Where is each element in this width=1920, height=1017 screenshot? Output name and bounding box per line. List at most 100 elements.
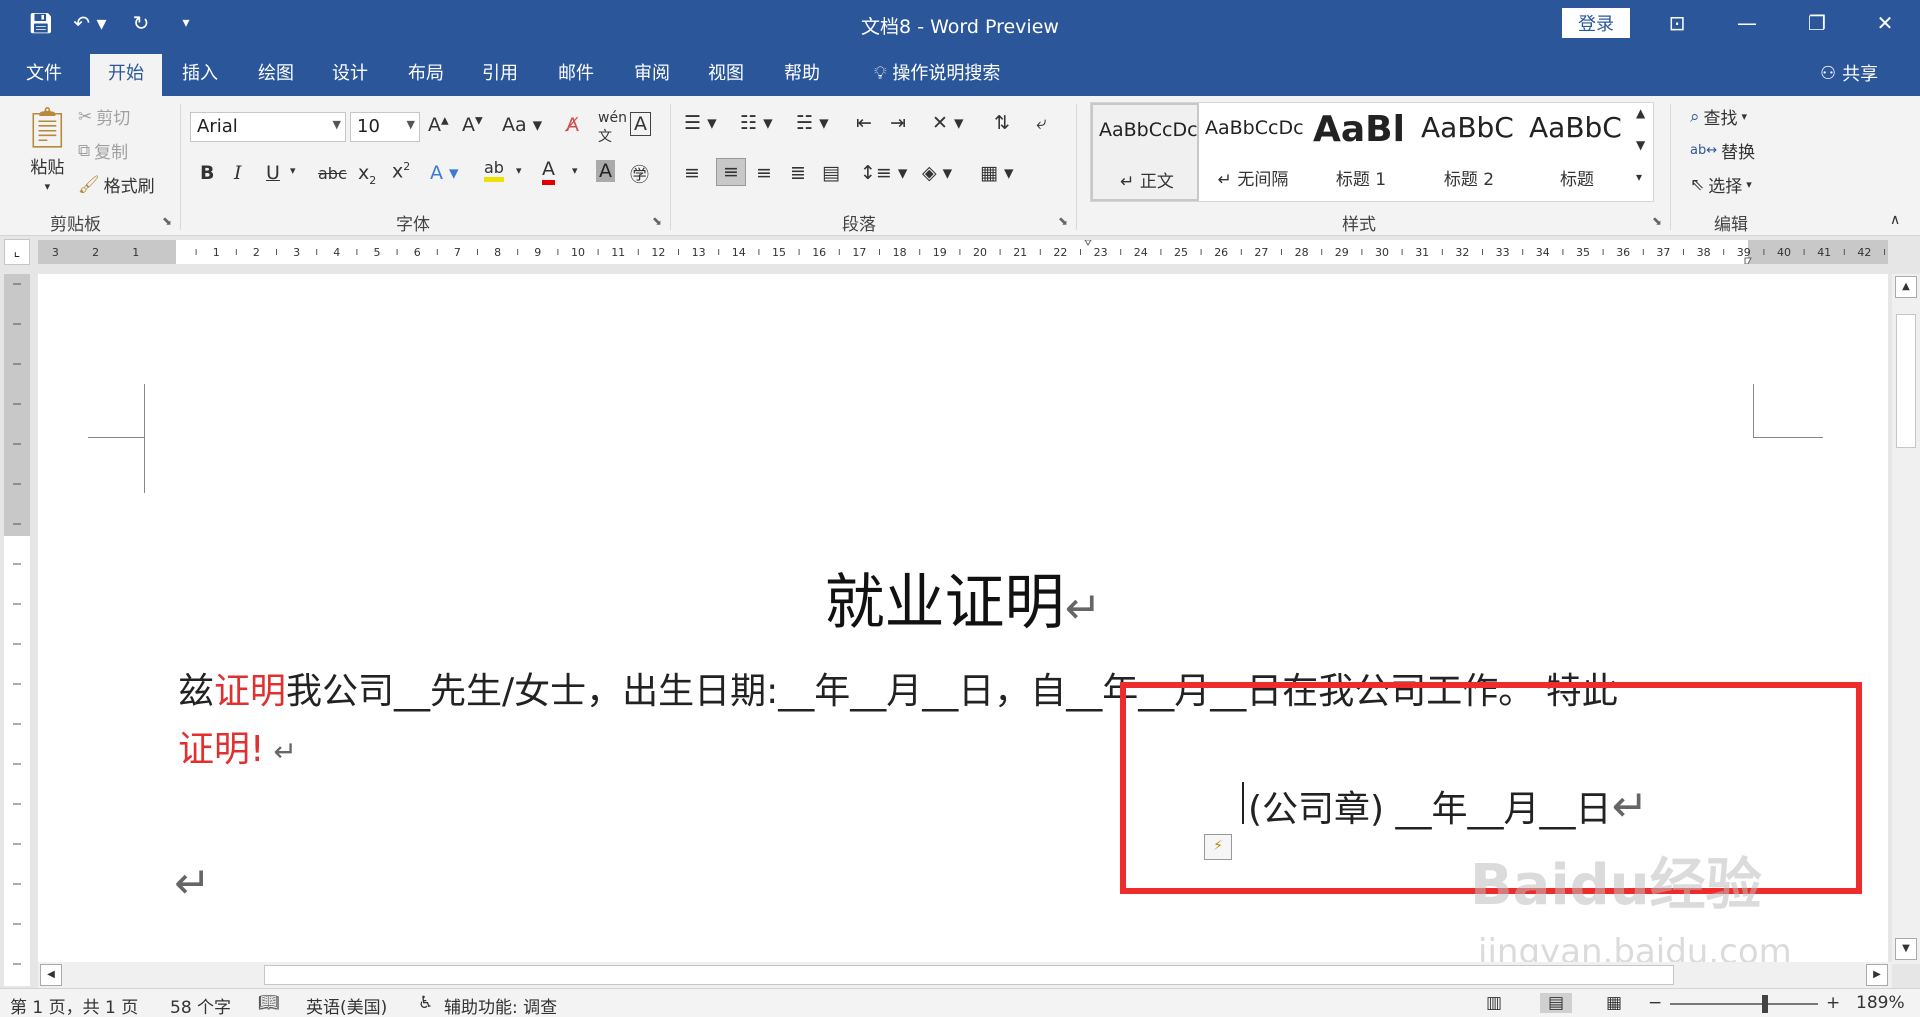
show-formatting-marks-icon[interactable]: ⤶ xyxy=(1036,112,1047,134)
horizontal-scroll-thumb[interactable] xyxy=(264,965,1674,985)
replace-button[interactable]: ab↔ 替换 xyxy=(1690,138,1755,163)
tab-mailings[interactable]: 邮件 xyxy=(540,54,612,96)
minimize-icon[interactable]: — xyxy=(1712,0,1782,46)
styles-scroll-up-icon[interactable]: ▲ xyxy=(1636,106,1645,120)
zoom-slider-thumb[interactable] xyxy=(1762,995,1768,1013)
styles-scroll-down-icon[interactable]: ▼ xyxy=(1636,138,1645,152)
close-icon[interactable]: ✕ xyxy=(1850,0,1920,46)
underline-dropdown-icon[interactable]: ▾ xyxy=(290,164,296,177)
tab-layout[interactable]: 布局 xyxy=(390,54,462,96)
grow-font-icon[interactable]: A▲ xyxy=(428,114,449,136)
strikethrough-icon[interactable]: abc xyxy=(318,164,347,183)
zoom-slider[interactable] xyxy=(1670,1003,1818,1005)
paste-dropdown-icon[interactable]: ▾ xyxy=(45,180,51,193)
chinese-layout-icon[interactable]: ✕ ▾ xyxy=(932,112,964,134)
align-center-icon[interactable]: ≡ xyxy=(716,158,746,186)
distributed-icon[interactable]: ▤ xyxy=(822,162,840,184)
underline-icon[interactable]: U xyxy=(266,162,280,184)
ruler-center-marker[interactable] xyxy=(1084,240,1092,246)
font-color-dropdown-icon[interactable]: ▾ xyxy=(572,164,578,177)
text-effects-icon[interactable]: A ▾ xyxy=(430,162,459,184)
horizontal-scrollbar[interactable]: ◀ ▶ xyxy=(38,962,1892,988)
copy-button[interactable]: ⧉ 复制 xyxy=(78,138,128,164)
cut-button[interactable]: ✂ 剪切 xyxy=(78,104,130,130)
bullets-icon[interactable]: ☰ ▾ xyxy=(684,112,717,134)
share-button[interactable]: ⚇ 共享 xyxy=(1820,60,1878,86)
tab-selector-icon[interactable]: ⌞ xyxy=(4,239,30,265)
clipboard-launcher-icon[interactable]: ⬊ xyxy=(162,214,172,228)
line-spacing-icon[interactable]: ↕≡ ▾ xyxy=(860,162,907,184)
tab-file[interactable]: 文件 xyxy=(8,54,80,96)
web-layout-icon[interactable]: ▦ xyxy=(1606,993,1622,1013)
subscript-icon[interactable]: x2 xyxy=(358,162,376,187)
zoom-in-icon[interactable]: + xyxy=(1826,993,1840,1013)
paragraph-launcher-icon[interactable]: ⬊ xyxy=(1058,214,1068,228)
highlight-dropdown-icon[interactable]: ▾ xyxy=(516,164,522,177)
tab-home[interactable]: 开始 xyxy=(90,54,162,96)
style-title[interactable]: AaBbC 标题 xyxy=(1523,103,1631,201)
restore-icon[interactable]: ❐ xyxy=(1782,0,1852,46)
login-button[interactable]: 登录 xyxy=(1562,8,1630,38)
tab-insert[interactable]: 插入 xyxy=(164,54,236,96)
numbering-icon[interactable]: ☷ ▾ xyxy=(740,112,773,134)
font-size-combo[interactable]: 10 ▼ xyxy=(350,112,420,142)
enclose-characters-icon[interactable]: ㊫ xyxy=(630,160,649,187)
print-layout-icon[interactable]: ▤ xyxy=(1540,993,1573,1013)
ribbon-display-options-icon[interactable]: ⊡ xyxy=(1642,0,1712,46)
word-count[interactable]: 58 个字 xyxy=(170,993,231,1017)
find-button[interactable]: ⌕ 查找 ▾ xyxy=(1690,104,1747,130)
change-case-icon[interactable]: Aa ▾ xyxy=(502,114,542,136)
scroll-left-icon[interactable]: ◀ xyxy=(40,964,62,986)
read-mode-icon[interactable]: ▥ xyxy=(1486,993,1502,1013)
styles-launcher-icon[interactable]: ⬊ xyxy=(1652,214,1662,228)
proofing-icon[interactable]: 📖︎ xyxy=(258,993,280,1013)
select-button[interactable]: ⇖ 选择 ▾ xyxy=(1690,172,1752,198)
increase-indent-icon[interactable]: ⇥ xyxy=(890,112,906,134)
align-left-icon[interactable]: ≡ xyxy=(684,162,700,184)
character-shading-icon[interactable]: A xyxy=(596,160,615,182)
language-indicator[interactable]: 英语(美国) xyxy=(306,993,387,1017)
zoom-level[interactable]: 189% xyxy=(1856,993,1905,1013)
collapse-ribbon-icon[interactable]: ∧ xyxy=(1890,212,1900,228)
tab-view[interactable]: 视图 xyxy=(690,54,762,96)
decrease-indent-icon[interactable]: ⇤ xyxy=(856,112,872,134)
scroll-right-icon[interactable]: ▶ xyxy=(1866,964,1888,986)
font-color-icon[interactable]: A xyxy=(542,158,555,185)
phonetic-guide-icon[interactable]: wén 文 xyxy=(598,110,627,146)
zoom-out-icon[interactable]: − xyxy=(1648,993,1662,1013)
style-no-spacing[interactable]: AaBbCcDc ↵ 无间隔 xyxy=(1199,103,1307,201)
shading-icon[interactable]: ◈ ▾ xyxy=(922,162,952,184)
vertical-scroll-thumb[interactable] xyxy=(1896,314,1916,448)
superscript-icon[interactable]: x2 xyxy=(392,160,410,182)
justify-icon[interactable]: ≣ xyxy=(790,162,806,184)
vertical-scrollbar[interactable]: ▲ ▼ xyxy=(1892,274,1920,964)
style-normal[interactable]: AaBbCcDc ↵ 正文 xyxy=(1091,103,1199,201)
scroll-down-icon[interactable]: ▼ xyxy=(1895,938,1917,960)
tab-review[interactable]: 审阅 xyxy=(616,54,688,96)
tab-draw[interactable]: 绘图 xyxy=(240,54,312,96)
italic-icon[interactable]: I xyxy=(234,162,242,184)
styles-more-icon[interactable]: ▾ xyxy=(1636,170,1642,184)
scroll-up-icon[interactable]: ▲ xyxy=(1895,276,1917,298)
font-name-combo[interactable]: Arial ▼ xyxy=(190,112,346,142)
highlight-icon[interactable]: ab xyxy=(484,158,504,182)
page-count[interactable]: 第 1 页，共 1 页 xyxy=(10,993,138,1017)
style-heading-1[interactable]: AaBl 标题 1 xyxy=(1307,103,1415,201)
clear-formatting-icon[interactable]: A̸ xyxy=(566,114,579,136)
align-right-icon[interactable]: ≡ xyxy=(756,162,772,184)
tab-help[interactable]: 帮助 xyxy=(766,54,838,96)
style-heading-2[interactable]: AaBbC 标题 2 xyxy=(1415,103,1523,201)
bold-icon[interactable]: B xyxy=(200,162,214,184)
tab-design[interactable]: 设计 xyxy=(314,54,386,96)
character-border-icon[interactable]: A xyxy=(630,112,651,136)
horizontal-ruler[interactable]: 3 2 1 1 2 3 4 5 6 7 8 9 10 11 12 13 14 15 16 17 18 19 20 21 22 23… xyxy=(38,240,1888,264)
format-painter-button[interactable]: 🖌︎ 格式刷 xyxy=(78,172,155,198)
multilevel-list-icon[interactable]: ☵ ▾ xyxy=(796,112,829,134)
right-indent-marker[interactable] xyxy=(1744,257,1752,264)
accessibility-status[interactable]: 辅助功能: 调查 xyxy=(444,993,557,1017)
shrink-font-icon[interactable]: A▼ xyxy=(462,114,483,136)
font-launcher-icon[interactable]: ⬊ xyxy=(652,214,662,228)
paste-button[interactable]: 📋︎ 粘贴 ▾ xyxy=(22,104,73,193)
vertical-ruler[interactable] xyxy=(4,274,30,986)
tab-references[interactable]: 引用 xyxy=(464,54,536,96)
